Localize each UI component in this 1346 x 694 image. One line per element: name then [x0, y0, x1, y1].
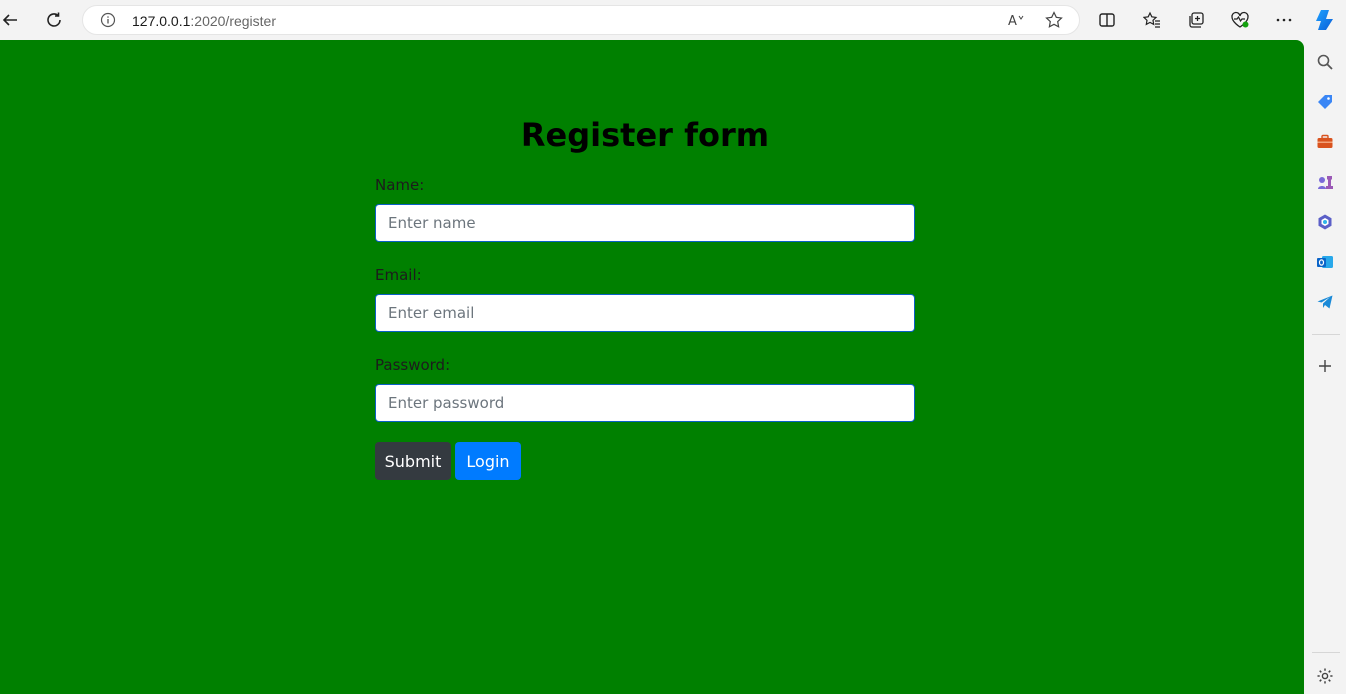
- tools-icon[interactable]: [1315, 132, 1335, 152]
- copilot-icon[interactable]: [1312, 6, 1340, 34]
- favorite-star-icon[interactable]: [1045, 11, 1063, 34]
- browser-essentials-icon[interactable]: [1226, 6, 1254, 34]
- password-label: Password:: [375, 356, 451, 374]
- outlook-icon[interactable]: [1315, 252, 1335, 272]
- url-path: :2020/register: [190, 13, 276, 29]
- telegram-icon[interactable]: [1315, 292, 1335, 312]
- svg-text:A: A: [1008, 14, 1017, 29]
- site-info-icon[interactable]: [100, 12, 116, 33]
- email-input[interactable]: [375, 294, 915, 332]
- m365-icon[interactable]: [1315, 212, 1335, 232]
- login-button[interactable]: Login: [455, 442, 521, 480]
- url-host: 127.0.0.1: [132, 13, 191, 29]
- add-icon[interactable]: [1315, 356, 1335, 376]
- password-input[interactable]: [375, 384, 915, 422]
- settings-icon[interactable]: [1315, 666, 1335, 686]
- collections-icon[interactable]: [1182, 6, 1210, 34]
- edge-sidebar: [1304, 40, 1346, 694]
- name-label: Name:: [375, 176, 425, 194]
- url-text[interactable]: 127.0.0.1:2020/register: [132, 13, 276, 29]
- email-label: Email:: [375, 266, 422, 284]
- favorites-icon[interactable]: [1138, 6, 1166, 34]
- back-arrow-icon[interactable]: [0, 6, 24, 34]
- sidebar-divider: [1312, 334, 1340, 335]
- sidebar-divider-bottom: [1312, 652, 1340, 653]
- read-aloud-icon[interactable]: A: [1007, 11, 1027, 34]
- address-bar[interactable]: 127.0.0.1:2020/register A: [82, 5, 1080, 35]
- search-icon[interactable]: [1315, 52, 1335, 72]
- browser-toolbar: 127.0.0.1:2020/register A: [0, 0, 1346, 40]
- page-title: Register form: [520, 116, 770, 154]
- page-content: Register form Name: Email: Password: Sub…: [0, 40, 1304, 694]
- shopping-tag-icon[interactable]: [1315, 92, 1335, 112]
- refresh-icon[interactable]: [40, 6, 68, 34]
- more-options-icon[interactable]: [1270, 6, 1298, 34]
- split-screen-icon[interactable]: [1093, 6, 1121, 34]
- games-icon[interactable]: [1315, 172, 1335, 192]
- submit-button[interactable]: Submit: [375, 442, 451, 480]
- name-input[interactable]: [375, 204, 915, 242]
